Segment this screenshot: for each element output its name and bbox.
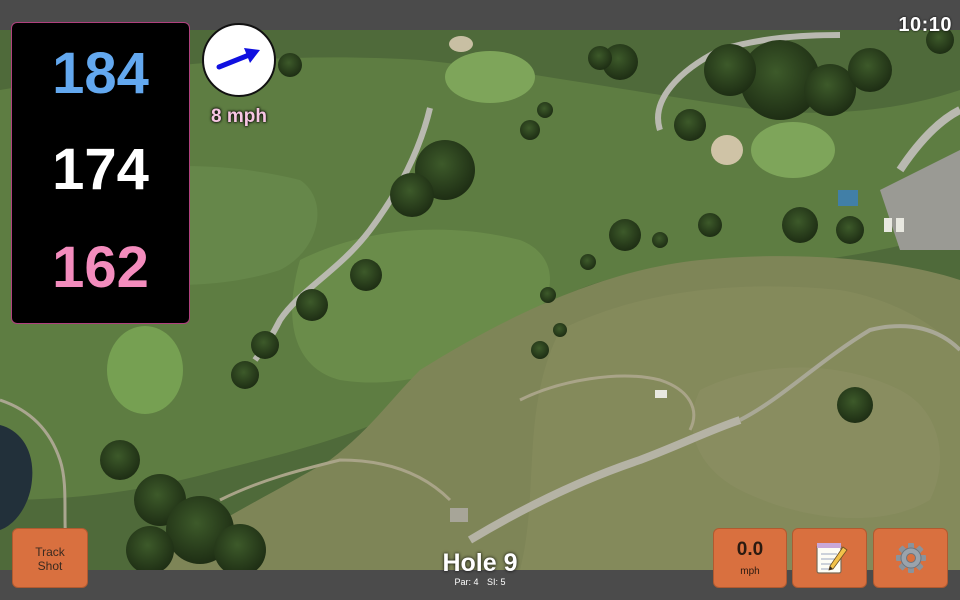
speed-unit: mph [740,566,760,577]
hole-par: Par: 4 [454,577,479,587]
hole-title: Hole 9 [442,549,518,577]
wind-indicator [202,23,276,97]
distance-panel: 184 174 162 [11,22,190,324]
hole-info: Par: 4 SI: 5 [380,577,580,587]
settings-button[interactable] [873,528,948,588]
wind-speed-label: 8 mph [211,106,267,127]
golf-gps-screen: 10:10 184 174 162 8 mph Track Shot Hole … [0,0,960,600]
hole-stroke-index: SI: 5 [487,577,506,587]
wind-direction-arrow-icon [216,48,260,70]
back-distance: 184 [52,41,149,106]
clock: 10:10 [898,14,952,36]
track-shot-label-line1: Track [35,545,65,559]
notepad-icon [816,543,848,574]
speed-value: 0.0 [736,539,764,560]
speed-button[interactable]: 0.0 mph [713,528,787,588]
front-distance: 162 [52,235,149,300]
gear-icon [896,543,926,573]
track-shot-label-line2: Shot [37,559,63,573]
notes-button[interactable] [792,528,867,588]
track-shot-button[interactable]: Track Shot [12,528,88,588]
middle-distance: 174 [52,137,149,202]
